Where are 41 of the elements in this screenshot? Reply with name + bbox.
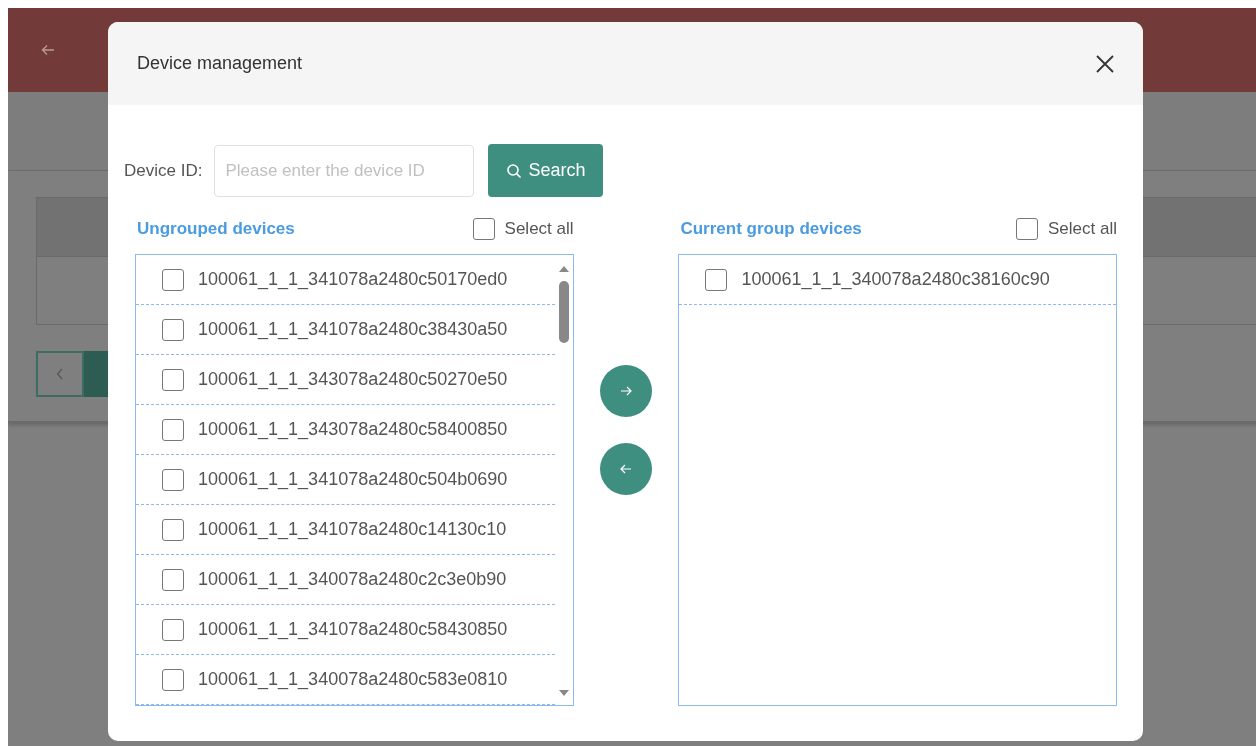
arrow-right-icon [620,385,632,397]
checkbox[interactable] [162,518,184,541]
checkbox[interactable] [162,668,184,691]
move-right-button[interactable] [600,365,652,417]
device-id[interactable]: 100061_1_1_341078a2480c504b0690 [198,469,508,490]
device-id-field[interactable]: Please enter the device ID [214,144,475,197]
device-id[interactable]: 100061_1_1_341078a2480c50170ed0 [198,269,508,290]
back-arrow-icon[interactable] [40,42,56,58]
device-id[interactable]: 100061_1_1_341078a2480c58430850 [198,619,508,640]
search-icon [506,162,523,179]
device-id[interactable]: 100061_1_1_341078a2480c14130c10 [198,519,507,540]
checkbox-label: Select all [1048,219,1117,239]
device-id[interactable]: 100061_1_1_341078a2480c38430a50 [198,319,508,340]
device-id[interactable]: 100061_1_1_340078a2480c2c3e0b90 [198,569,507,590]
checkbox[interactable] [162,268,184,291]
checkbox[interactable] [1016,218,1038,240]
checkbox[interactable] [162,468,184,491]
field-label: Device ID: [124,160,203,181]
close-icon[interactable] [1095,53,1115,74]
checkbox[interactable] [162,368,184,391]
device-id[interactable]: 100061_1_1_340078a2480c583e0810 [198,669,508,690]
arrow-left-icon [620,463,632,475]
scroll-up-icon[interactable] [557,265,570,273]
device-id[interactable]: 100061_1_1_340078a2480c38160c90 [741,269,1050,290]
device-id[interactable]: 100061_1_1_343078a2480c50270e50 [198,369,508,390]
list-title: Current group devices [680,219,862,239]
dialog-title: Device management [137,53,303,74]
scrollbar-thumb[interactable] [558,281,569,343]
list-title: Ungrouped devices [137,219,295,239]
checkbox[interactable] [162,618,184,641]
move-left-button[interactable] [600,443,652,495]
checkbox[interactable] [162,418,184,441]
checkbox[interactable] [162,318,184,341]
checkbox[interactable] [162,568,184,591]
checkbox[interactable] [705,268,728,291]
device-id[interactable]: 100061_1_1_343078a2480c58400850 [198,419,508,440]
checkbox-label: Select all [504,219,574,239]
scroll-down-icon[interactable] [557,689,570,697]
chevron-left-icon [56,368,64,380]
checkbox[interactable] [472,218,495,240]
search-button[interactable]: Search [488,144,604,197]
